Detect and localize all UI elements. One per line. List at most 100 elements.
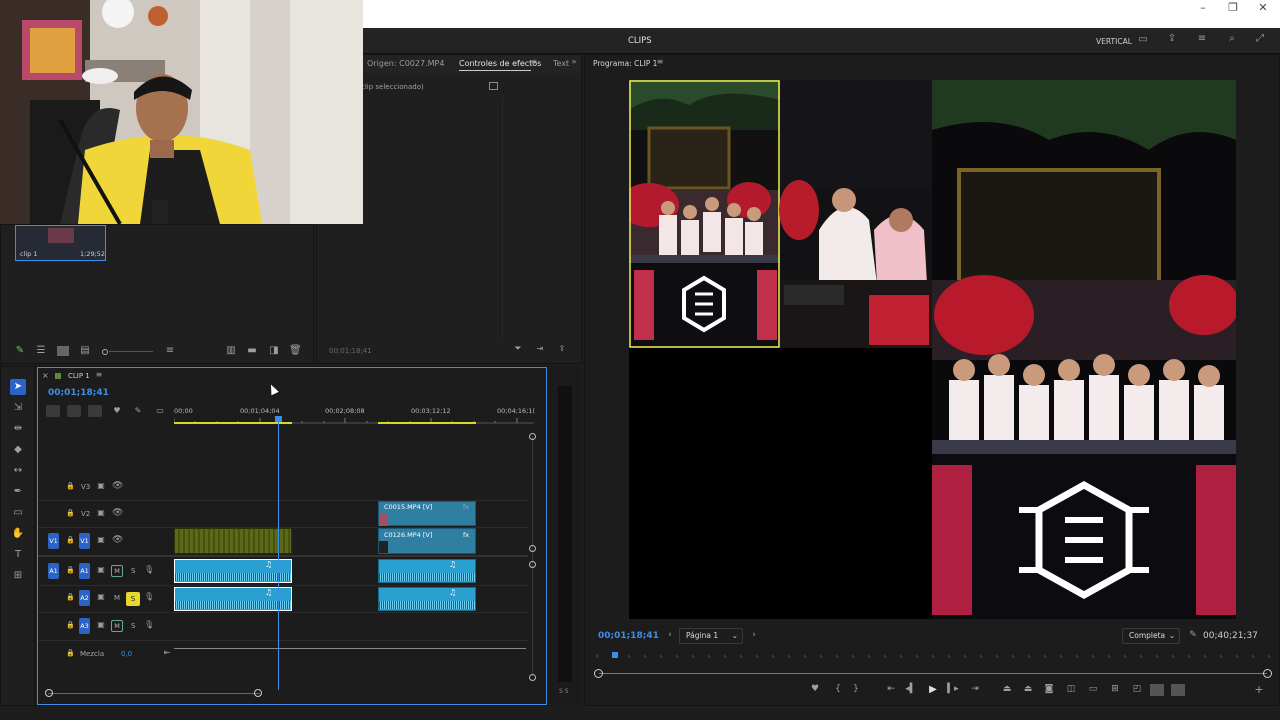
- program-playhead[interactable]: [612, 652, 618, 658]
- eye-icon[interactable]: 👁: [112, 535, 123, 545]
- scroll-handle[interactable]: [1263, 669, 1272, 678]
- toggle-timeline-icon[interactable]: [489, 82, 498, 90]
- new-item-icon[interactable]: ◨: [268, 345, 280, 356]
- source-patch-v1[interactable]: V1: [48, 533, 59, 549]
- filter-icon[interactable]: ⏷: [513, 344, 523, 354]
- track-select-icon[interactable]: ⇲: [10, 402, 26, 413]
- sort-icon[interactable]: ≡: [164, 345, 176, 356]
- program-timecode[interactable]: 00;01;18;41: [598, 631, 659, 641]
- sync-lock-icon[interactable]: ▣: [96, 481, 106, 490]
- lock-icon[interactable]: 🔒: [66, 566, 75, 574]
- mute-button[interactable]: M: [114, 594, 120, 602]
- scroll-handle[interactable]: [45, 689, 53, 697]
- camera-icon[interactable]: ◙: [1043, 684, 1055, 694]
- settings-wrench-icon[interactable]: ✎: [133, 406, 143, 415]
- track-name-a3[interactable]: A3: [79, 618, 90, 634]
- scroll-handle[interactable]: [254, 689, 262, 697]
- work-area-bar[interactable]: [378, 422, 476, 424]
- playhead[interactable]: [278, 416, 279, 690]
- solo-button[interactable]: S: [131, 567, 135, 575]
- scroll-handle[interactable]: [529, 561, 536, 568]
- horizontal-scrollbar[interactable]: [48, 693, 260, 694]
- track-name-a1[interactable]: A1: [79, 563, 90, 579]
- mute-button[interactable]: M: [111, 565, 123, 577]
- tab-menu-icon[interactable]: ≡: [529, 57, 539, 66]
- tab-text[interactable]: Text: [553, 59, 569, 68]
- mute-button[interactable]: M: [111, 620, 123, 632]
- video-clip[interactable]: C0015.MP4 [V] fx: [378, 501, 476, 526]
- video-clip[interactable]: C0126.MP4 [V] fx: [378, 528, 476, 554]
- play-only-audio-icon[interactable]: ⇥: [535, 344, 545, 353]
- lock-icon[interactable]: 🔒: [66, 509, 75, 517]
- more-tabs-icon[interactable]: »: [569, 57, 579, 66]
- automate-icon[interactable]: ▥: [225, 345, 237, 356]
- type-icon[interactable]: T: [10, 549, 26, 560]
- video-clip[interactable]: [174, 528, 292, 554]
- workspace-layout-label[interactable]: VERTICAL: [1096, 37, 1132, 46]
- mark-in-icon[interactable]: {: [833, 684, 843, 694]
- sequence-menu-icon[interactable]: ≡: [94, 370, 104, 379]
- export-icon[interactable]: ⇪: [557, 344, 567, 353]
- panel-icon[interactable]: ▭: [1137, 34, 1149, 45]
- solo-button-active[interactable]: S: [126, 592, 140, 606]
- multicam-icon[interactable]: ◫: [1065, 684, 1077, 694]
- nest-toggle-icon[interactable]: [46, 405, 60, 417]
- icon-view-button[interactable]: [57, 346, 69, 356]
- page-select[interactable]: Página 1 ⌄: [679, 628, 743, 644]
- vertical-scrollbar[interactable]: [532, 436, 533, 676]
- track-name-v1[interactable]: V1: [79, 533, 90, 549]
- sync-lock-icon[interactable]: ▣: [96, 592, 106, 601]
- step-forward-icon[interactable]: ▍▸: [947, 684, 959, 694]
- mix-value[interactable]: 0,0: [121, 650, 132, 658]
- list-view-icon[interactable]: ☰: [36, 345, 46, 356]
- timeline-timecode[interactable]: 00;01;18;41: [48, 388, 109, 398]
- minimize-button[interactable]: –: [1188, 0, 1218, 16]
- ripple-edit-icon[interactable]: ⇹: [10, 423, 26, 434]
- safe-margins-icon[interactable]: ▭: [1087, 684, 1099, 694]
- lock-icon[interactable]: 🔒: [66, 482, 75, 490]
- new-bin-icon[interactable]: ▬: [246, 345, 258, 356]
- play-icon[interactable]: ▶: [927, 684, 939, 695]
- program-zoom-bar[interactable]: [599, 673, 1267, 674]
- scroll-handle[interactable]: [594, 669, 603, 678]
- lift-icon[interactable]: ⏏: [1001, 684, 1013, 694]
- sync-lock-icon[interactable]: ▣: [96, 508, 106, 517]
- add-marker-icon[interactable]: ♥: [112, 406, 122, 415]
- go-to-out-icon[interactable]: ⇥: [969, 684, 981, 694]
- sequence-tab[interactable]: CLIP 1: [68, 372, 90, 380]
- source-patch-a1[interactable]: A1: [48, 563, 59, 579]
- lock-icon[interactable]: 🔒: [66, 649, 75, 657]
- zoom-slider-handle[interactable]: [102, 349, 108, 355]
- lock-icon[interactable]: 🔒: [66, 593, 75, 601]
- extract-icon[interactable]: ⏏: [1022, 684, 1034, 694]
- work-area-bar[interactable]: [174, 422, 292, 424]
- eye-icon[interactable]: 👁: [112, 508, 123, 518]
- solo-button[interactable]: S: [131, 622, 135, 630]
- tab-source[interactable]: Origen: C0027.MP4: [367, 59, 444, 68]
- track-name-a2[interactable]: A2: [79, 590, 90, 606]
- mark-out-icon[interactable]: }: [851, 684, 861, 694]
- fullscreen-icon[interactable]: ⤢: [1254, 33, 1266, 44]
- program-ruler[interactable]: [593, 651, 1273, 659]
- rectangle-icon[interactable]: ▭: [10, 507, 26, 518]
- audio-clip-selected[interactable]: ♫: [174, 587, 292, 611]
- monitor-menu-icon[interactable]: ≡: [655, 57, 665, 66]
- quality-select[interactable]: Completa ⌄: [1122, 628, 1180, 644]
- audio-clip[interactable]: ♫: [378, 587, 476, 611]
- microphone-icon[interactable]: 🎙: [144, 565, 154, 574]
- caption-icon[interactable]: ⊞: [10, 570, 26, 581]
- add-marker-icon[interactable]: ♥: [809, 684, 821, 694]
- program-monitor-title[interactable]: Programa: CLIP 1: [593, 59, 657, 68]
- scroll-handle[interactable]: [529, 545, 536, 552]
- selection-tool-icon[interactable]: ➤: [10, 379, 26, 395]
- vr-video-icon[interactable]: [1171, 684, 1185, 696]
- search-icon[interactable]: ⌕: [1226, 33, 1238, 44]
- share-icon[interactable]: ⇪: [1166, 33, 1178, 44]
- comparison-icon[interactable]: ◰: [1131, 684, 1143, 694]
- snap-icon[interactable]: [67, 405, 81, 417]
- clip-thumbnail[interactable]: clip 1 1;29;52: [15, 225, 106, 261]
- add-button-icon[interactable]: +: [1253, 683, 1265, 696]
- eye-icon[interactable]: 👁: [112, 481, 123, 491]
- playhead-handle[interactable]: [275, 416, 282, 422]
- settings-wrench-icon[interactable]: ✎: [1187, 630, 1199, 640]
